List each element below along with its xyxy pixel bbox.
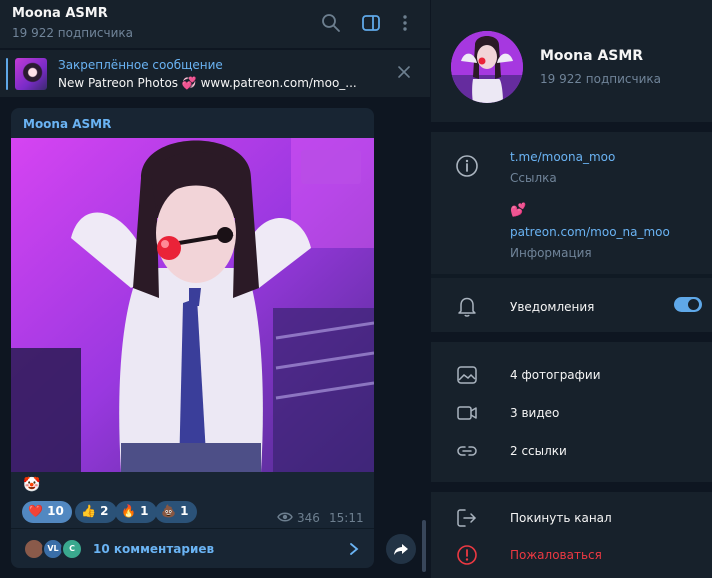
reaction-poop[interactable]: 💩 1 <box>155 501 197 523</box>
video-icon <box>457 406 477 420</box>
photo-icon <box>457 366 477 384</box>
info-emoji: 💕 <box>510 203 527 218</box>
message-emoji: 🤡 <box>23 477 41 493</box>
close-icon[interactable] <box>396 64 412 80</box>
comments-button[interactable]: VL C 10 комментариев <box>11 528 374 568</box>
divider <box>431 332 712 342</box>
link-icon <box>457 446 477 456</box>
message-bubble: Moona ASMR 🤡 ❤️ 10 👍 2 🔥 1 💩 1 346 15:11… <box>11 108 374 568</box>
info-label: Информация <box>510 246 592 260</box>
info-icon <box>456 155 478 177</box>
divider <box>431 274 712 278</box>
chevron-right-icon <box>350 543 359 555</box>
report-button[interactable]: Пожаловаться <box>510 548 602 562</box>
channel-link-label: Ссылка <box>510 171 557 185</box>
message-author: Moona ASMR <box>23 117 112 131</box>
pinned-message-bar[interactable]: Закреплённое сообщение New Patreon Photo… <box>0 49 430 97</box>
comments-label: 10 комментариев <box>93 542 215 556</box>
chat-panel: Moona ASMR 19 922 подписчика Закреплённо… <box>0 0 430 578</box>
notifications-label: Уведомления <box>510 300 595 314</box>
notifications-toggle[interactable] <box>674 297 702 312</box>
share-button[interactable] <box>386 534 416 564</box>
chat-header[interactable]: Moona ASMR 19 922 подписчика <box>0 0 430 48</box>
pinned-indicator <box>6 58 8 90</box>
avatar[interactable] <box>451 31 523 103</box>
more-vertical-icon[interactable] <box>394 12 416 34</box>
share-arrow-icon <box>394 544 408 555</box>
media-links[interactable]: 2 ссылки <box>510 444 567 458</box>
bell-icon <box>458 297 476 317</box>
message-photo[interactable] <box>11 138 374 472</box>
scrollbar[interactable] <box>422 520 426 572</box>
leave-icon <box>457 509 476 527</box>
leave-channel-button[interactable]: Покинуть канал <box>510 511 612 525</box>
media-videos[interactable]: 3 видео <box>510 406 559 420</box>
search-icon[interactable] <box>320 12 342 34</box>
profile-panel: Moona ASMR 19 922 подписчика t.me/moona_… <box>430 0 712 578</box>
report-icon <box>457 545 477 565</box>
chat-subscriber-count: 19 922 подписчика <box>12 26 134 40</box>
reaction-heart[interactable]: ❤️ 10 <box>22 501 72 523</box>
media-photos[interactable]: 4 фотографии <box>510 368 601 382</box>
channel-link[interactable]: t.me/moona_moo <box>510 150 615 164</box>
pinned-title: Закреплённое сообщение <box>58 58 223 72</box>
pinned-text: New Patreon Photos 💞 www.patreon.com/moo… <box>58 76 357 90</box>
divider <box>431 482 712 492</box>
eye-icon <box>277 512 293 522</box>
reaction-thumbs-up[interactable]: 👍 2 <box>75 501 117 523</box>
view-count: 346 <box>297 511 320 525</box>
toggle-knob <box>688 299 699 310</box>
profile-name: Moona ASMR <box>540 48 644 64</box>
divider <box>431 122 712 132</box>
chat-title: Moona ASMR <box>12 6 108 21</box>
profile-subscriber-count: 19 922 подписчика <box>540 72 662 86</box>
info-link[interactable]: patreon.com/moo_na_moo <box>510 225 670 239</box>
reaction-fire[interactable]: 🔥 1 <box>115 501 157 523</box>
commenter-avatar: C <box>61 538 83 560</box>
message-time: 15:11 <box>329 511 364 525</box>
sidebar-toggle-icon[interactable] <box>360 12 382 34</box>
pinned-thumbnail <box>15 58 47 90</box>
